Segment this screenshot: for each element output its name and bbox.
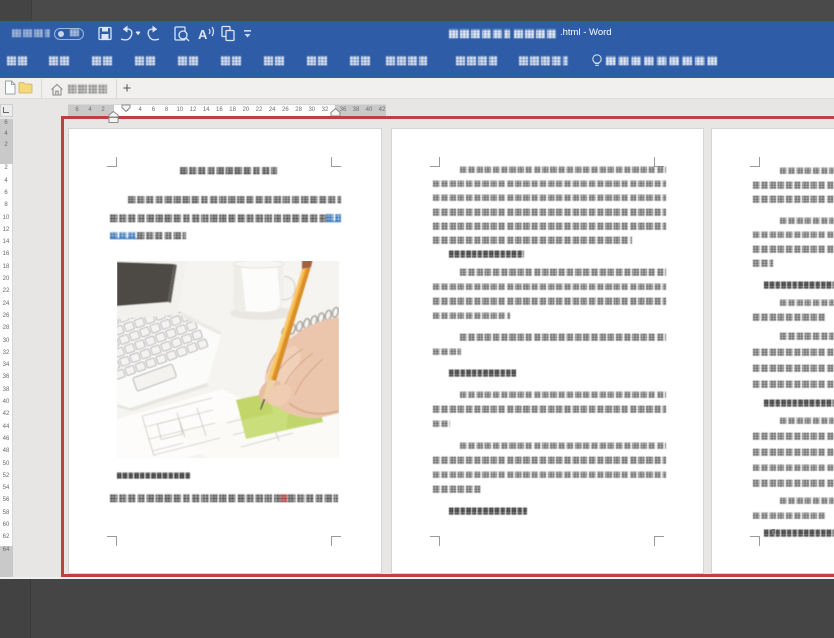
svg-text:A: A [198, 27, 208, 42]
